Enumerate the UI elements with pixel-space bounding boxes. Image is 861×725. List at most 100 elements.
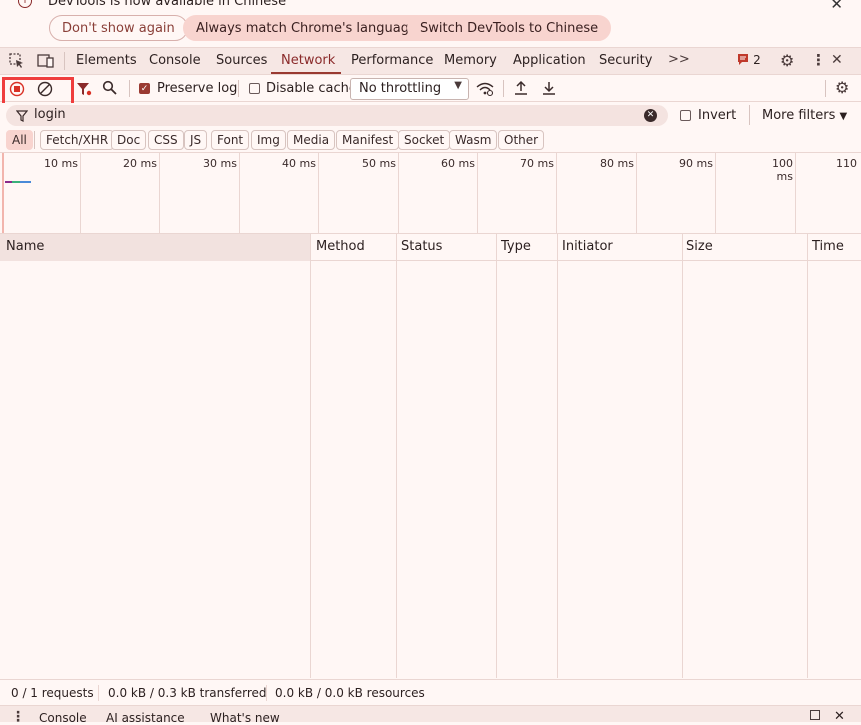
column-status[interactable]: Status: [401, 239, 442, 254]
filter-icon[interactable]: [76, 81, 92, 97]
tab-network[interactable]: Network: [281, 53, 335, 68]
chip-fetch-xhr[interactable]: Fetch/XHR: [40, 130, 115, 150]
tab-sources[interactable]: Sources: [216, 53, 267, 68]
drawer-menu-icon[interactable]: ⋮: [11, 709, 25, 725]
requests-count: 0 / 1 requests: [11, 686, 94, 700]
overview-tick-label: 100 ms: [772, 157, 793, 183]
overview-bar: [20, 181, 31, 183]
column-type[interactable]: Type: [501, 239, 531, 254]
more-tabs-chevron-icon[interactable]: >>: [668, 52, 690, 67]
inspect-element-icon[interactable]: [9, 53, 26, 69]
column-divider[interactable]: [396, 234, 397, 678]
column-size[interactable]: Size: [686, 239, 713, 254]
column-name[interactable]: Name: [6, 239, 44, 254]
tab-performance[interactable]: Performance: [351, 53, 433, 68]
invert-checkbox[interactable]: [680, 110, 691, 121]
chip-divider: [34, 131, 35, 149]
disable-cache-checkbox[interactable]: [249, 83, 260, 94]
toolbar-divider: [129, 80, 130, 97]
active-tab-indicator: [271, 72, 341, 74]
preserve-log-checkbox[interactable]: ✓: [139, 83, 150, 94]
overview-tick-label: 70 ms: [520, 157, 554, 170]
overview-tick-label: 50 ms: [362, 157, 396, 170]
status-divider: [266, 685, 267, 701]
tab-security[interactable]: Security: [599, 53, 652, 68]
preserve-log-label: Preserve log: [157, 81, 238, 96]
tab-elements[interactable]: Elements: [76, 53, 137, 68]
overview-tick-label: 10 ms: [44, 157, 78, 170]
issues-icon: [738, 54, 748, 65]
toolbar-divider: [825, 80, 826, 97]
transferred-size: 0.0 kB / 0.3 kB transferred: [108, 686, 267, 700]
column-divider[interactable]: [496, 234, 497, 678]
chip-other[interactable]: Other: [498, 130, 545, 150]
overview-tick-label: 20 ms: [123, 157, 157, 170]
device-toolbar-icon[interactable]: [37, 53, 55, 69]
drawer-tabbar: ⋮ Console AI assistance What's new ✕: [0, 705, 861, 725]
more-filters-label: More filters: [762, 108, 836, 123]
dropdown-arrow-icon: ▼: [454, 80, 462, 91]
more-filters-button[interactable]: More filters ▼: [762, 108, 847, 123]
overview-gridline: [556, 153, 557, 233]
tab-application[interactable]: Application: [513, 53, 586, 68]
overview-gridline: [477, 153, 478, 233]
chip-media[interactable]: Media: [287, 130, 336, 150]
chip-img[interactable]: Img: [251, 130, 286, 150]
column-divider[interactable]: [310, 234, 311, 678]
filter-value: login: [34, 107, 66, 122]
drawer-tab-console[interactable]: Console: [39, 711, 87, 725]
overview-tick-label: 60 ms: [441, 157, 475, 170]
chip-css[interactable]: CSS: [148, 130, 184, 150]
dont-show-again-button[interactable]: Don't show again: [49, 15, 188, 41]
overview-gridline: [80, 153, 81, 233]
overview-tick-label: 90 ms: [679, 157, 713, 170]
chip-js[interactable]: JS: [184, 130, 208, 150]
column-divider[interactable]: [682, 234, 683, 678]
chip-manifest[interactable]: Manifest: [336, 130, 400, 150]
tab-divider: [64, 52, 65, 70]
chip-socket[interactable]: Socket: [398, 130, 451, 150]
filter-input[interactable]: login ✕: [6, 105, 668, 126]
tab-memory[interactable]: Memory: [444, 53, 497, 68]
drawer-tab-whats-new[interactable]: What's new: [210, 711, 280, 725]
network-conditions-icon[interactable]: [475, 80, 495, 97]
overview-gridline: [159, 153, 160, 233]
throttling-value: No throttling: [359, 81, 442, 96]
export-har-icon[interactable]: [541, 80, 557, 96]
funnel-icon: [16, 110, 28, 122]
search-icon[interactable]: [102, 80, 118, 96]
network-settings-gear-icon[interactable]: ⚙: [835, 78, 849, 97]
import-har-icon[interactable]: [513, 80, 529, 96]
column-divider[interactable]: [557, 234, 558, 678]
overview-gridline: [795, 153, 796, 233]
chip-doc[interactable]: Doc: [111, 130, 147, 150]
chip-wasm[interactable]: Wasm: [449, 130, 498, 150]
dock-side-icon[interactable]: [810, 710, 820, 720]
overview-start-handle[interactable]: [2, 153, 4, 233]
chip-font[interactable]: Font: [211, 130, 250, 150]
filter-divider: [749, 105, 750, 125]
close-infobar-icon[interactable]: ✕: [830, 0, 843, 13]
throttling-select[interactable]: No throttling ▼: [350, 78, 469, 100]
close-devtools-icon[interactable]: ✕: [831, 52, 843, 68]
toolbar-divider: [503, 80, 504, 97]
issues-counter[interactable]: 2: [737, 53, 761, 68]
settings-gear-icon[interactable]: ⚙: [780, 51, 794, 70]
column-divider[interactable]: [807, 234, 808, 678]
drawer-tab-ai-assistance[interactable]: AI assistance: [106, 711, 185, 725]
overview-tick-label: 30 ms: [203, 157, 237, 170]
column-method[interactable]: Method: [316, 239, 365, 254]
always-match-language-button[interactable]: Always match Chrome's language: [183, 15, 430, 41]
overview-tick-label: 80 ms: [600, 157, 634, 170]
chip-all[interactable]: All: [6, 130, 33, 150]
tab-console[interactable]: Console: [149, 53, 201, 68]
overview-gridline: [398, 153, 399, 233]
overview-gridline: [636, 153, 637, 233]
switch-to-chinese-button[interactable]: Switch DevTools to Chinese: [407, 15, 612, 41]
customize-menu-icon[interactable]: ⋮: [811, 51, 826, 69]
column-initiator[interactable]: Initiator: [562, 239, 613, 254]
column-time[interactable]: Time: [812, 239, 844, 254]
chevron-down-icon: ▼: [839, 111, 848, 122]
clear-filter-icon[interactable]: ✕: [644, 109, 657, 122]
overview-tick-label: 110: [836, 157, 857, 170]
